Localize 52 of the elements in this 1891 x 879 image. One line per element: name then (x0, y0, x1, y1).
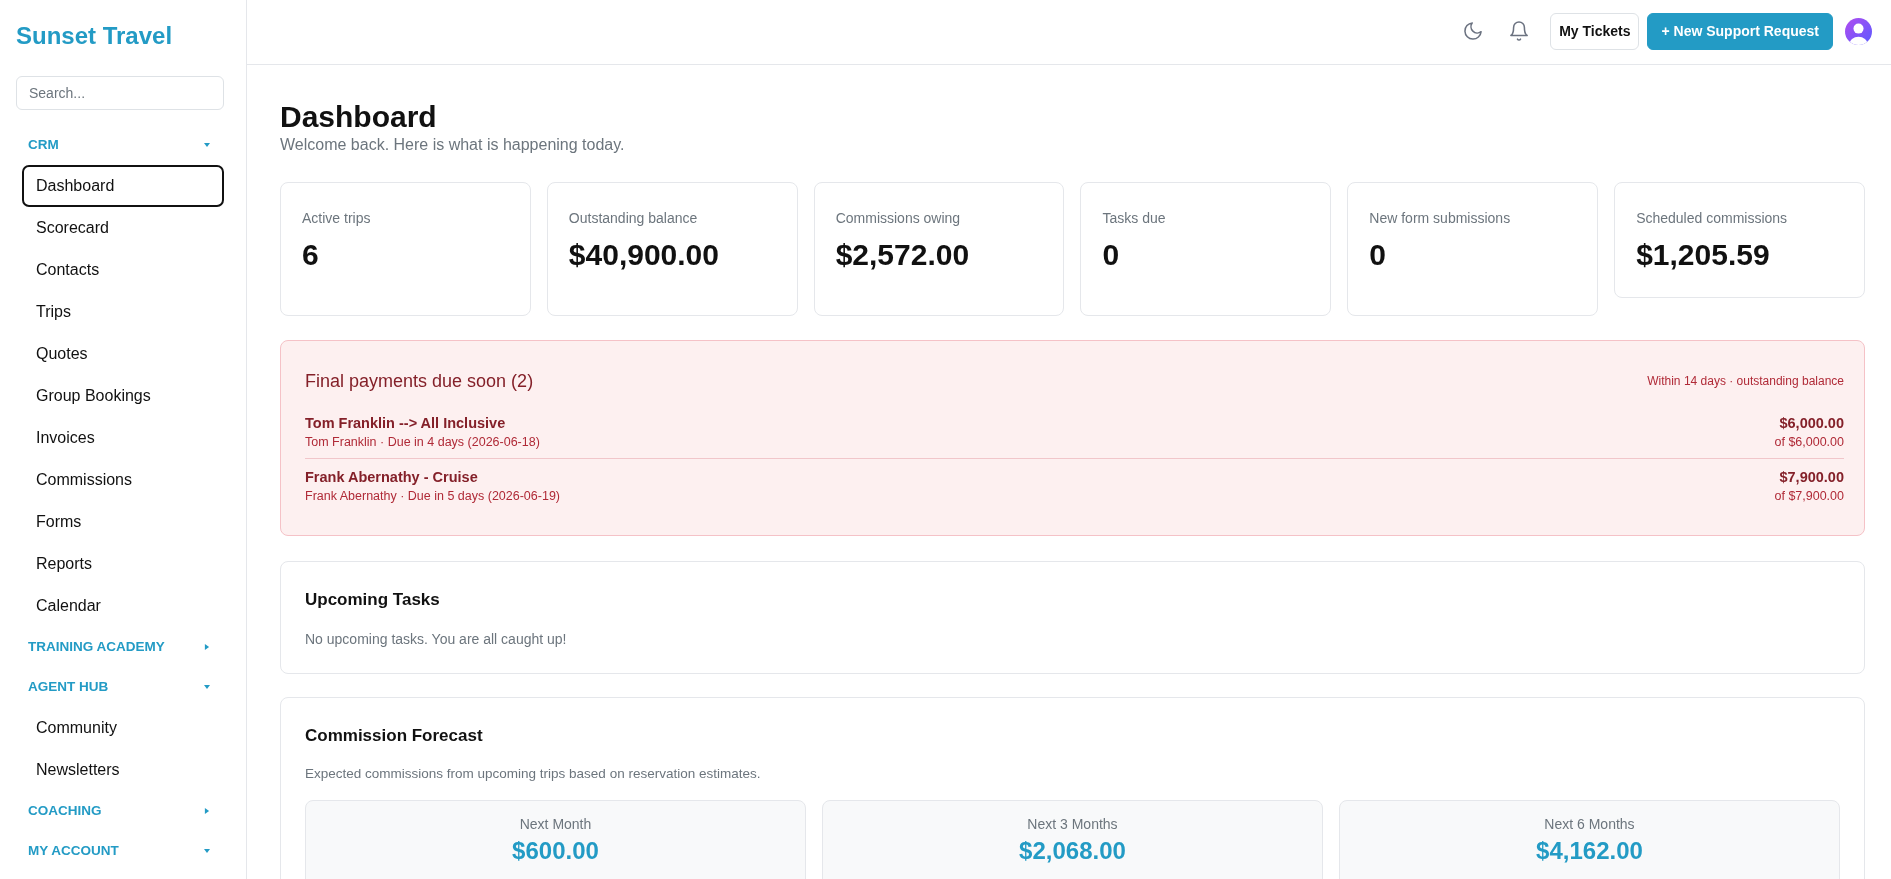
stat-value: $40,900.00 (568, 237, 720, 273)
payment-amount: $7,900.00 (1779, 468, 1844, 487)
card-title: Commission Forecast (305, 725, 484, 747)
nav-item[interactable]: Newsletters (22, 749, 224, 791)
avatar-icon[interactable] (1845, 17, 1872, 45)
stat-value: $2,572.00 (835, 237, 971, 273)
nav-item[interactable]: Reports (22, 543, 224, 585)
card-description: Expected commissions from upcoming trips based on reservation estimates. (305, 765, 762, 783)
stat-value: 0 (1369, 237, 1387, 273)
stat-value: 6 (302, 237, 320, 273)
stat-value: 0 (1102, 237, 1121, 273)
nav-item[interactable]: Forms (22, 501, 224, 543)
stat-label: Tasks due (1102, 209, 1167, 228)
nav-item[interactable]: Scorecard (22, 207, 224, 249)
payment-total: of $6,000.00 (1774, 434, 1844, 451)
payment-total: of $7,900.00 (1774, 488, 1844, 505)
payment-title: Tom Franklin --> All Inclusive (305, 414, 506, 433)
nav-item[interactable]: Quotes (22, 333, 224, 375)
bell-icon[interactable] (1510, 21, 1529, 41)
stat-label: Scheduled commissions (1636, 209, 1789, 228)
nav-item[interactable]: Trips (22, 291, 224, 333)
page-subtitle: Welcome back. Here is what is happening today. (280, 135, 626, 155)
alert-title: Final payments due soon (2) (305, 370, 534, 393)
forecast-label: Next 3 Months (1027, 815, 1118, 834)
stat-label: Active trips (302, 209, 372, 228)
empty-message: No upcoming tasks. You are all caught up! (305, 630, 568, 649)
forecast-label: Next 6 Months (1544, 815, 1635, 834)
nav-item[interactable]: Invoices (22, 417, 224, 459)
forecast-value: $2,068.00 (1019, 837, 1126, 864)
moon-icon[interactable] (1464, 22, 1483, 40)
forecast-value: $4,162.00 (1536, 837, 1643, 864)
alert-note: Within 14 days · outstanding balance (1647, 373, 1844, 390)
stat-label: Commissions owing (835, 209, 962, 228)
tickets-button[interactable]: My Tickets (1550, 12, 1640, 50)
nav-item[interactable]: Contacts (22, 249, 224, 291)
nav-item[interactable]: Dashboard (22, 165, 224, 207)
stat-label: New form submissions (1369, 209, 1512, 228)
forecast-value: $600.00 (512, 837, 599, 864)
stat-value: $1,205.59 (1636, 237, 1771, 273)
nav-item[interactable]: Calendar (22, 585, 224, 627)
forecast-label: Next Month (519, 815, 592, 834)
payment-detail: Tom Franklin · Due in 4 days (2026-06-18) (305, 434, 540, 451)
search-field[interactable]: Search... (16, 76, 224, 110)
payment-amount: $6,000.00 (1779, 414, 1844, 433)
nav-item[interactable]: Community (22, 707, 224, 749)
stat-label: Outstanding balance (568, 209, 699, 228)
nav-item[interactable]: Commissions (22, 459, 224, 501)
page-title: Dashboard (280, 99, 438, 135)
payment-title: Frank Abernathy - Cruise (305, 468, 478, 487)
nav-item[interactable]: Group Bookings (22, 375, 224, 417)
card-title: Upcoming Tasks (305, 589, 441, 611)
payment-detail: Frank Abernathy · Due in 5 days (2026-06-19) (305, 488, 560, 505)
